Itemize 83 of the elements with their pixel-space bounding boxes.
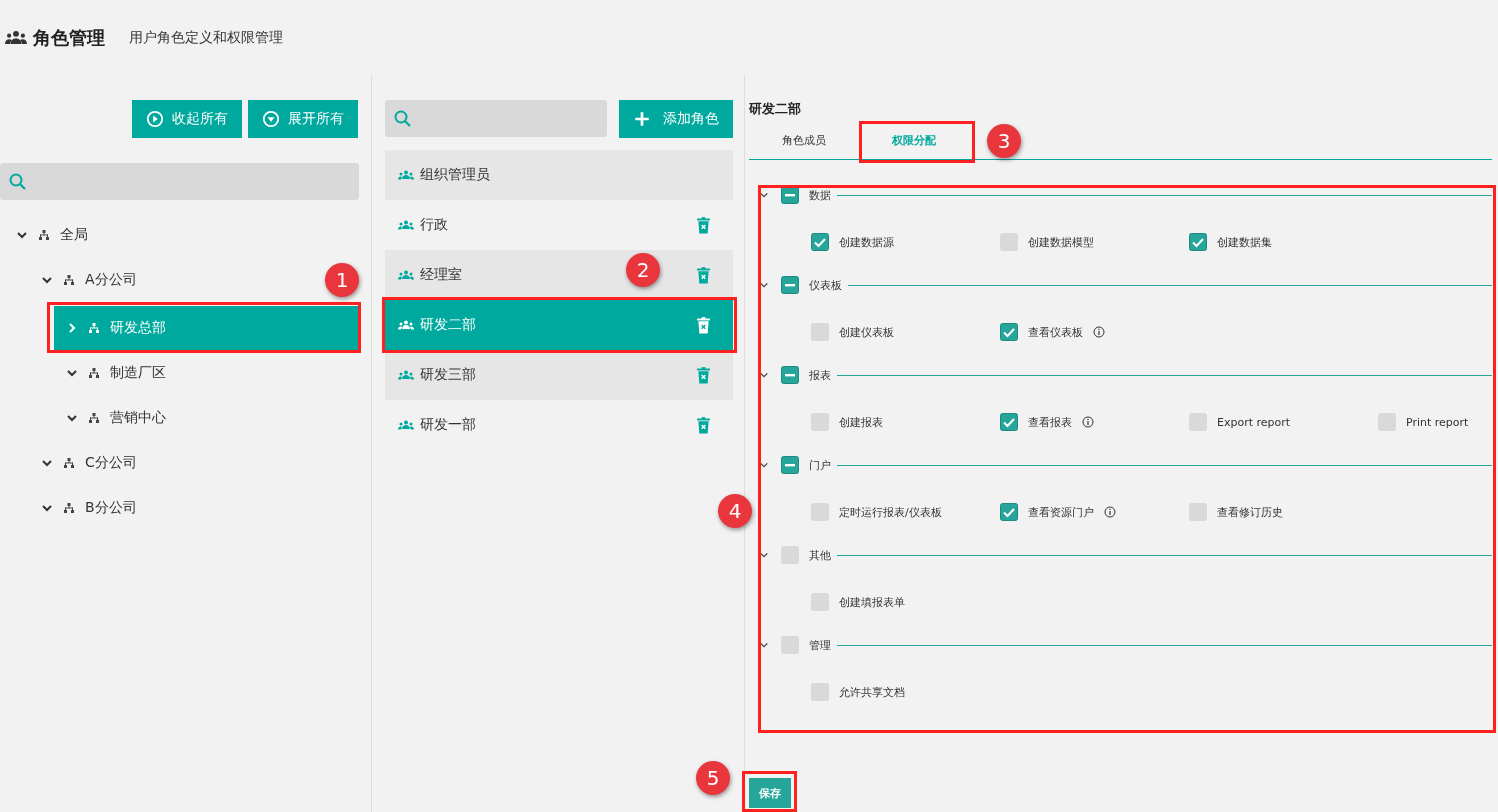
tree-item[interactable]: 营销中心	[0, 395, 172, 440]
permission-label: 查看报表	[1028, 414, 1072, 430]
group-label: 报表	[809, 367, 831, 383]
group-checkbox[interactable]	[781, 456, 799, 474]
tree-item[interactable]: A分公司	[0, 257, 143, 302]
chevron-down-icon[interactable]	[759, 280, 769, 290]
hierarchy-icon	[88, 366, 100, 379]
delete-icon[interactable]	[697, 316, 710, 334]
group-checkbox[interactable]	[781, 366, 799, 384]
caret-circle-icon	[262, 110, 280, 128]
search-icon	[8, 171, 28, 192]
users-icon	[398, 220, 414, 230]
hierarchy-icon	[88, 411, 100, 424]
chevron-down-icon[interactable]	[759, 190, 769, 200]
permission-checkbox[interactable]	[1000, 323, 1018, 341]
role-item[interactable]: 行政	[385, 200, 733, 250]
role-title: 研发二部	[749, 100, 802, 118]
role-item[interactable]: 研发一部	[385, 400, 733, 450]
plus-icon	[633, 110, 651, 128]
search-icon	[393, 108, 413, 129]
callout-badge: 5	[696, 761, 730, 795]
callout-badge: 1	[325, 263, 359, 297]
role-search-field[interactable]	[385, 100, 607, 137]
permission-label: 查看仪表板	[1028, 324, 1083, 340]
info-icon[interactable]	[1104, 506, 1116, 518]
page-subtitle: 用户角色定义和权限管理	[129, 28, 283, 47]
users-icon	[398, 170, 414, 180]
users-icon	[398, 370, 414, 380]
hierarchy-icon	[63, 456, 75, 469]
chevron-down-icon[interactable]	[759, 550, 769, 560]
chevron-down-icon[interactable]	[759, 460, 769, 470]
info-icon[interactable]	[1093, 326, 1105, 338]
users-icon	[398, 320, 414, 330]
play-circle-icon	[146, 110, 164, 128]
group-checkbox[interactable]	[781, 276, 799, 294]
page-title: 角色管理	[33, 25, 105, 50]
permission-label: 创建数据模型	[1028, 234, 1094, 250]
tab[interactable]: 角色成员	[749, 126, 859, 159]
group-label: 门户	[809, 457, 831, 473]
permission-checkbox[interactable]	[1000, 503, 1018, 521]
callout-badge: 3	[987, 124, 1021, 158]
role-item[interactable]: 研发三部	[385, 350, 733, 400]
delete-icon[interactable]	[697, 216, 710, 234]
hierarchy-icon	[63, 273, 75, 286]
delete-icon[interactable]	[697, 266, 710, 284]
permission-checkbox[interactable]	[1000, 413, 1018, 431]
tree-item[interactable]: 全局	[0, 212, 94, 257]
delete-icon[interactable]	[697, 366, 710, 384]
users-icon	[398, 270, 414, 280]
hierarchy-icon	[38, 228, 50, 241]
highlight-frame	[742, 771, 797, 812]
hierarchy-icon	[63, 501, 75, 514]
info-icon[interactable]	[1082, 416, 1094, 428]
group-label: 管理	[809, 637, 831, 653]
chevron-right-icon[interactable]	[66, 322, 78, 334]
role-item[interactable]: 组织管理员	[385, 150, 733, 200]
permission-label: 允许共享文档	[839, 684, 905, 700]
permission-label: 创建报表	[839, 414, 883, 430]
chevron-down-icon[interactable]	[759, 370, 769, 380]
permission-label: 查看修订历史	[1217, 504, 1283, 520]
permission-label: Export report	[1217, 415, 1291, 429]
group-label: 其他	[809, 547, 831, 563]
permission-label: Print report	[1406, 415, 1469, 429]
hierarchy-icon	[88, 322, 100, 334]
tree-item[interactable]: B分公司	[0, 485, 143, 530]
chevron-down-icon[interactable]	[759, 640, 769, 650]
permission-label: 查看资源门户	[1028, 504, 1094, 520]
tree-item[interactable]: 制造厂区	[0, 350, 172, 395]
group-label: 仪表板	[809, 277, 842, 293]
tree-item[interactable]: C分公司	[0, 440, 143, 485]
permission-label: 创建数据源	[839, 234, 894, 250]
permission-label: 创建数据集	[1217, 234, 1272, 250]
permission-label: 定时运行报表/仪表板	[839, 504, 942, 520]
permission-label: 创建填报表单	[839, 594, 905, 610]
permission-checkbox[interactable]	[811, 233, 829, 251]
callout-badge: 4	[718, 494, 752, 528]
delete-icon[interactable]	[697, 416, 710, 434]
permission-checkbox[interactable]	[1189, 233, 1207, 251]
permission-label: 创建仪表板	[839, 324, 894, 340]
users-icon	[5, 30, 27, 45]
group-label: 数据	[809, 187, 831, 203]
org-search-field[interactable]	[0, 163, 359, 200]
users-icon	[398, 420, 414, 430]
